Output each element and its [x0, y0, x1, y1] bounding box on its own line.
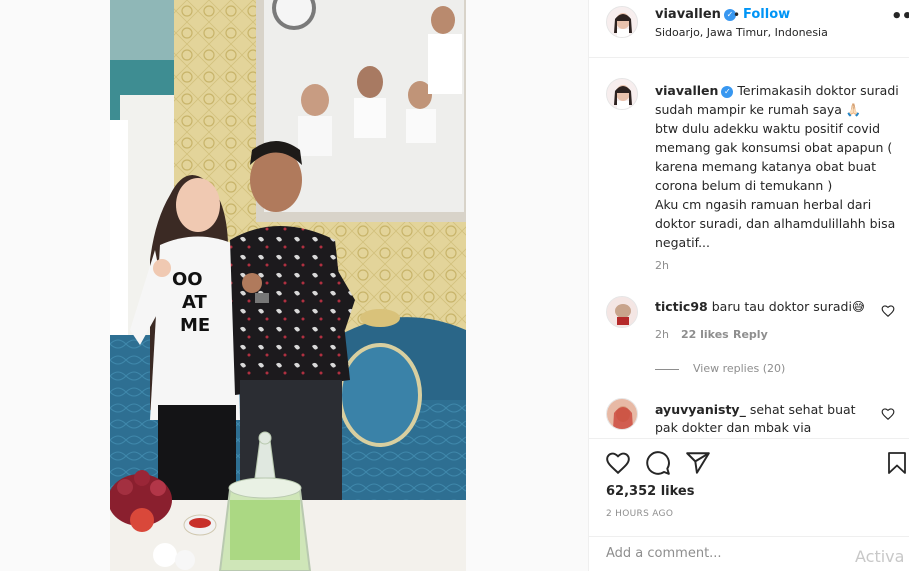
comment-row: tictic98 baru tau doktor suradi😅 [655, 298, 875, 316]
view-replies-button[interactable]: View replies (20) [655, 362, 785, 375]
comment-avatar-image-2 [607, 399, 637, 429]
add-comment-bar: Activa [589, 536, 909, 571]
comment-avatar-image [607, 297, 637, 327]
comment-avatar-ayuvyanisty[interactable] [606, 398, 638, 430]
comments-list[interactable]: viavallen ✓ Terimakasih doktor suradi sud… [589, 59, 909, 437]
avatar-image [607, 7, 637, 37]
photo-illustration: OO AT ME [110, 0, 466, 571]
shirt-text-1: OO [172, 269, 203, 290]
comment-row-2: ayuvyanisty_ sehat sehat buat pak dokter… [655, 401, 875, 437]
header-username-link[interactable]: viavallen ✓ [655, 7, 736, 22]
comment-username[interactable]: tictic98 [655, 299, 708, 314]
caption-text: Terimakasih doktor suradi sudah mampir k… [655, 83, 899, 250]
like-heart-icon[interactable] [605, 450, 631, 476]
add-comment-input[interactable] [606, 546, 846, 561]
caption-username[interactable]: viavallen [655, 83, 718, 98]
avatar[interactable] [606, 6, 638, 38]
post-side-panel: viavallen ✓ • Follow Sidoarjo, Jawa Timur… [588, 0, 909, 571]
reply-button[interactable]: Reply [733, 328, 768, 341]
comment-like-heart-icon[interactable] [881, 304, 895, 318]
comment-username-2[interactable]: ayuvyanisty_ [655, 402, 746, 417]
replies-divider [655, 368, 679, 370]
caption-age[interactable]: 2h [655, 259, 669, 272]
location-link[interactable]: Sidoarjo, Jawa Timur, Indonesia [655, 26, 828, 39]
action-bar: 62,352 likes 2 HOURS AGO [589, 438, 909, 548]
comment-likes[interactable]: 22 likes [681, 328, 729, 341]
comment-like-heart-icon-2[interactable] [881, 407, 895, 421]
caption: viavallen ✓ Terimakasih doktor suradi sud… [655, 81, 900, 252]
share-send-icon[interactable] [685, 450, 711, 476]
shirt-text-2: AT [182, 292, 208, 313]
caption-verified-icon: ✓ [721, 86, 734, 98]
save-bookmark-icon[interactable] [885, 450, 909, 476]
likes-count[interactable]: 62,352 likes [606, 484, 694, 499]
shirt-text-3: ME [180, 315, 210, 336]
follow-button[interactable]: Follow [743, 7, 790, 22]
post-header: viavallen ✓ • Follow Sidoarjo, Jawa Timur… [589, 0, 909, 58]
comment-text: baru tau doktor suradi😅 [711, 299, 865, 314]
post-timestamp[interactable]: 2 HOURS AGO [606, 509, 673, 519]
more-options-icon[interactable]: ••• [891, 6, 909, 27]
post-photo[interactable]: OO AT ME [110, 0, 466, 571]
activation-watermark: Activa [855, 547, 905, 566]
header-username[interactable]: viavallen [655, 7, 721, 22]
separator-dot: • [733, 8, 741, 22]
caption-avatar-image [607, 79, 637, 109]
view-replies-label: View replies (20) [693, 362, 786, 375]
comment-avatar-tictic98[interactable] [606, 296, 638, 328]
comment-age[interactable]: 2h [655, 328, 669, 341]
comment-bubble-icon[interactable] [645, 450, 671, 476]
caption-avatar[interactable] [606, 78, 638, 110]
